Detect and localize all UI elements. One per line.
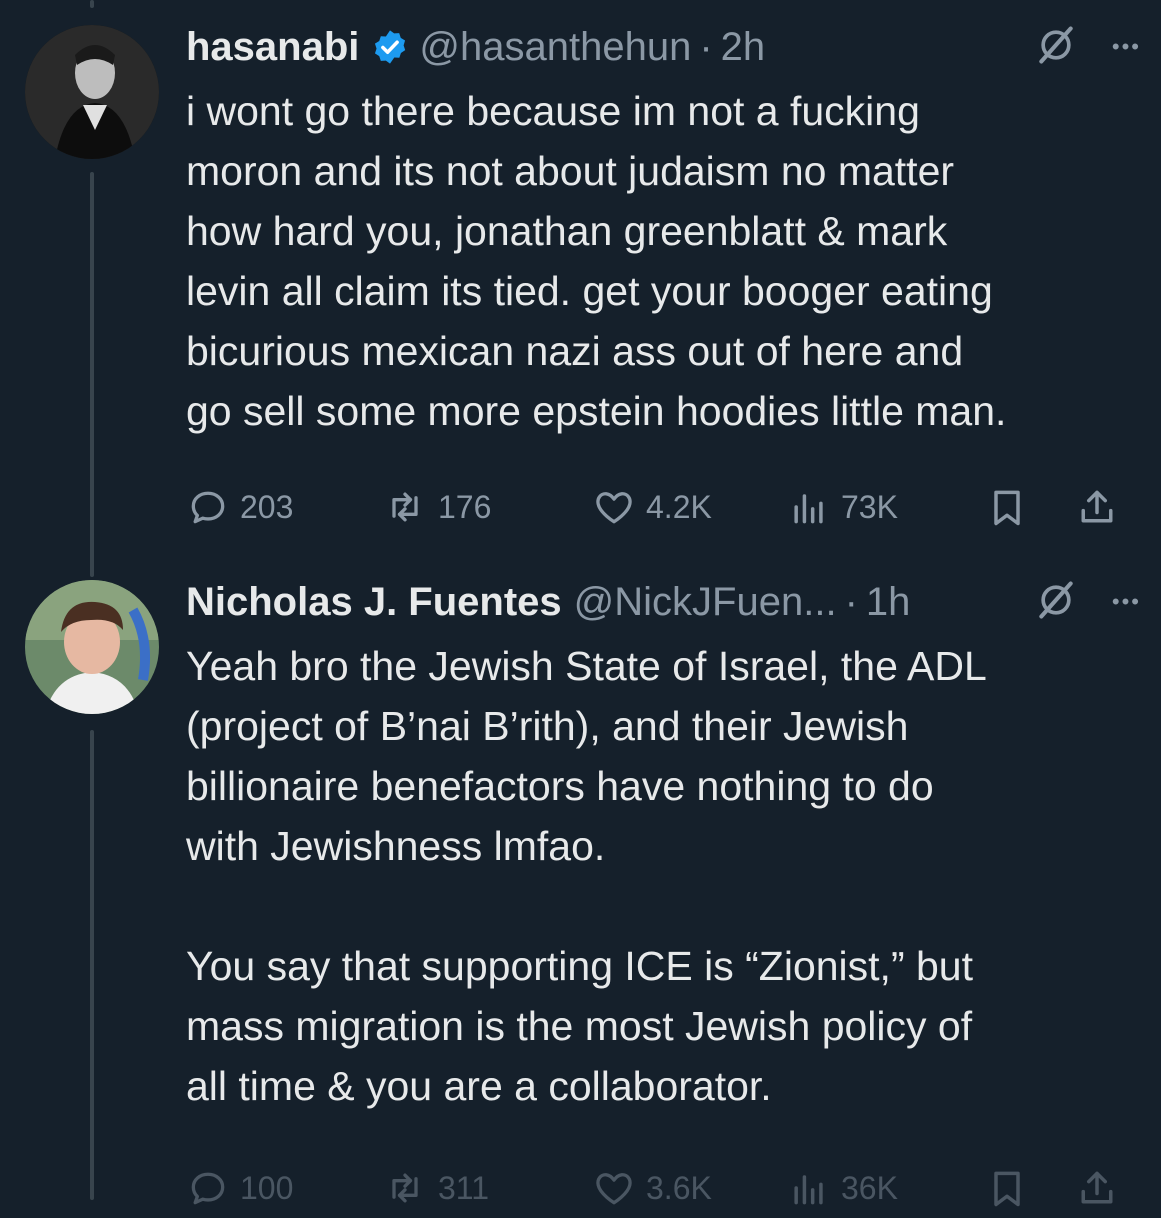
repost-button[interactable]: 311 [382,1166,592,1210]
repost-count: 176 [438,488,492,525]
separator-dot: · [699,24,713,69]
tweet-text-line: You say that supporting ICE is “Zionist,… [186,943,973,989]
tweet-text-line: levin all claim its tied. get your booge… [186,268,993,314]
thread-line-2 [90,730,94,1200]
display-name[interactable]: Nicholas J. Fuentes [186,580,562,625]
separator-dot: · [844,579,858,624]
like-count: 3.6K [646,1169,712,1206]
reply-count: 203 [240,488,294,525]
share-button[interactable] [1075,1166,1119,1210]
views-button[interactable]: 73K [787,485,985,529]
tweet-text: i wont go there because im not a fucking… [186,81,1136,441]
avatar-fuentes[interactable] [25,580,159,714]
timestamp[interactable]: 1h [866,580,911,625]
share-button[interactable] [1075,485,1119,529]
tweet-text-line: Yeah bro the Jewish State of Israel, the… [186,643,987,689]
thread-line-1 [90,172,94,577]
more-options-icon[interactable]: ••• [1112,34,1141,60]
display-name[interactable]: hasanabi [186,25,359,70]
tweet-text-line: all time & you are a collaborator. [186,1063,772,1109]
avatar-hasanabi[interactable] [25,25,159,159]
repost-count: 311 [438,1169,490,1206]
tweet-text-line: mass migration is the most Jewish policy… [186,1003,973,1049]
reply-button[interactable]: 100 [186,1166,382,1210]
timestamp[interactable]: 2h [721,25,766,70]
more-options-icon[interactable]: ••• [1112,589,1141,615]
grok-icon[interactable] [1034,23,1078,72]
like-button[interactable]: 3.6K [592,1166,787,1210]
repost-button[interactable]: 176 [382,485,592,529]
reply-count: 100 [240,1169,294,1206]
views-count: 36K [841,1169,898,1206]
grok-icon[interactable] [1034,578,1078,627]
views-count: 73K [841,488,898,525]
like-button[interactable]: 4.2K [592,485,787,529]
verified-badge-icon [371,28,409,66]
reply-button[interactable]: 203 [186,485,382,529]
tweet-header: Nicholas J. Fuentes @NickJFuen... · 1h [186,570,1136,634]
bookmark-button[interactable] [985,1166,1075,1210]
tweet-text-line: how hard you, jonathan greenblatt & mark [186,208,948,254]
action-bar: 203 176 4.2K 73K [186,477,1136,537]
views-button[interactable]: 36K [787,1166,985,1210]
like-count: 4.2K [646,488,712,525]
action-bar: 100 311 3.6K 36K [186,1158,1136,1218]
tweet-text-line: bicurious mexican nazi ass out of here a… [186,328,964,374]
tweet-text-line: moron and its not about judaism no matte… [186,148,955,194]
user-handle[interactable]: @hasanthehun [419,25,691,70]
user-handle[interactable]: @NickJFuen... [574,580,837,625]
bookmark-button[interactable] [985,485,1075,529]
tweet-text-line: with Jewishness lmfao. [186,823,606,869]
tweet-text-line: (project of B’nai B’rith), and their Jew… [186,703,909,749]
tweet-header: hasanabi @hasanthehun · 2h [186,15,1136,79]
tweet-text-line: billionaire benefactors have nothing to … [186,763,934,809]
tweet-text: Yeah bro the Jewish State of Israel, the… [186,636,1136,1116]
tweet-text-line: i wont go there because im not a fucking [186,88,920,134]
thread-line-top [90,0,94,8]
tweet-text-line: go sell some more epstein hoodies little… [186,388,1007,434]
